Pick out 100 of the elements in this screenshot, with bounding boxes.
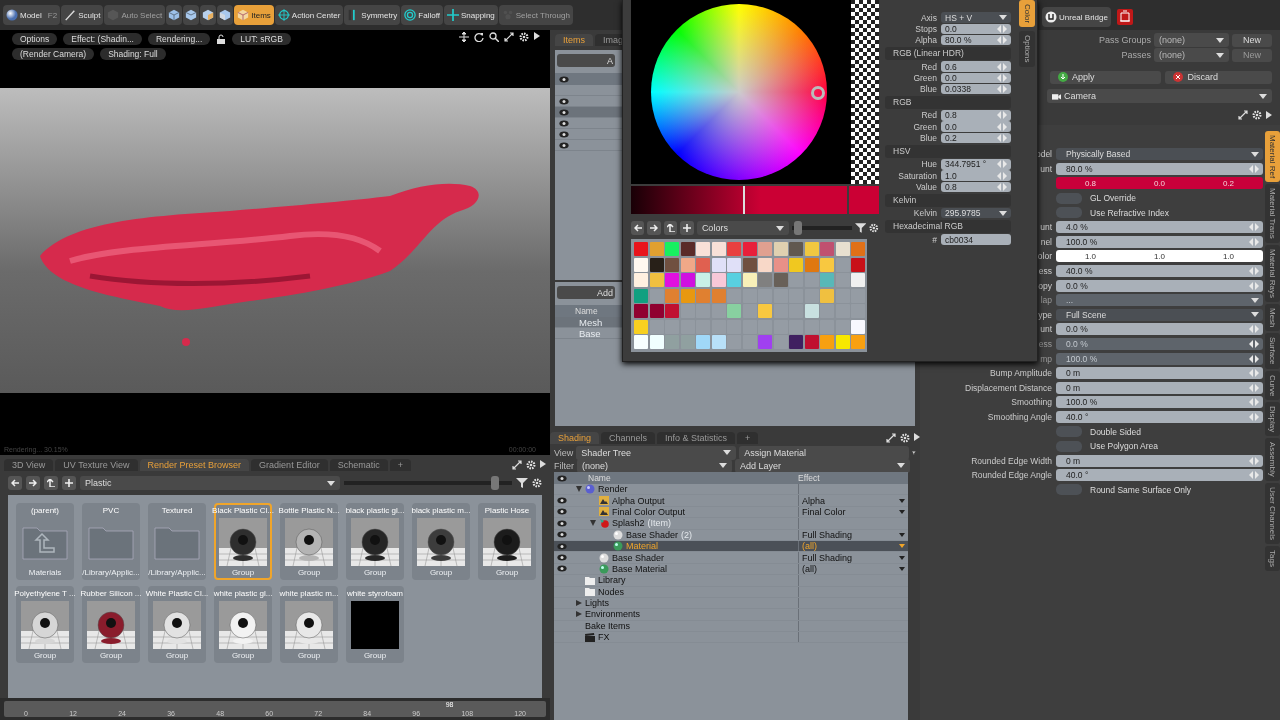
viewport-option[interactable]: Effect: (Shadin...	[63, 33, 142, 45]
dropdown-field[interactable]: Full Scene	[1056, 308, 1263, 321]
dropdown-field[interactable]: Physically Based	[1056, 148, 1263, 161]
tree-row[interactable]: Nodes	[554, 586, 908, 598]
preset-tile[interactable]: Polyethylene T ... Group	[16, 586, 74, 663]
view-dropdown[interactable]: Shader Tree	[576, 445, 737, 460]
viewport-option[interactable]: (Render Camera)	[12, 48, 95, 60]
side-tab[interactable]: Options	[1019, 31, 1035, 67]
path-dropdown[interactable]: Plastic	[80, 476, 340, 490]
section-header[interactable]: RGB (Linear HDR)	[885, 46, 1011, 60]
add-item-button[interactable]: A	[557, 54, 615, 67]
side-tab[interactable]: Tags	[1265, 546, 1280, 571]
number-field[interactable]: 0.0 %	[1056, 323, 1263, 336]
number-field[interactable]: 100.0 %	[1056, 396, 1263, 409]
panel-tab[interactable]: Schematic	[329, 459, 388, 471]
dropdown-field[interactable]: 295.9785	[941, 207, 1011, 219]
toolbar-button[interactable]: Snapping	[443, 5, 498, 25]
tree-row[interactable]: Base Shader (2) Full Shading	[554, 529, 908, 541]
add-button[interactable]: Add	[557, 286, 615, 299]
new-button[interactable]: New	[1232, 33, 1272, 47]
viewport-option[interactable]: LUT: sRGB	[232, 33, 291, 45]
number-field[interactable]: 344.7951 °	[941, 159, 1011, 170]
tree-row[interactable]: Final Color Output Final Color	[554, 506, 908, 519]
preset-tile[interactable]: Textured /Library/Applic...	[148, 503, 206, 580]
number-field[interactable]: 80.0 %	[1056, 162, 1263, 175]
number-field[interactable]: 40.0 °	[1056, 411, 1263, 423]
preset-tile[interactable]: White Plastic Cl... Group	[148, 586, 206, 663]
tree-row[interactable]: FX	[554, 632, 908, 644]
number-field[interactable]: 4.0 %	[1056, 221, 1263, 234]
viewport-option[interactable]: Options	[12, 33, 58, 45]
color-field[interactable]: 0.8 0.0 0.2	[1056, 177, 1263, 190]
preset-tile[interactable]: (parent) Materials	[16, 503, 74, 580]
panel-tab[interactable]: Shading	[550, 432, 600, 444]
text-field[interactable]: cb0034	[941, 234, 1011, 245]
preset-tile[interactable]: black plastic m... Group	[412, 503, 470, 580]
number-field[interactable]: 0.6	[941, 61, 1011, 72]
section-header[interactable]: HSV	[885, 144, 1011, 158]
section-header[interactable]: RGB	[885, 95, 1011, 109]
preset-tile[interactable]: PVC /Library/Applic...	[82, 503, 140, 580]
preset-tile[interactable]: white styrofoam Group	[346, 586, 404, 663]
number-field[interactable]: 0.0338	[941, 83, 1011, 95]
side-tab[interactable]: User Channels	[1265, 483, 1280, 545]
assign-material-button[interactable]: Assign Material	[739, 445, 910, 460]
tree-row[interactable]: Alpha Output Alpha	[554, 495, 908, 507]
number-field[interactable]: 0.8	[941, 181, 1011, 193]
panel-tab[interactable]: Gradient Editor	[251, 459, 328, 471]
preset-tile[interactable]: Rubber Silicon ... Group	[82, 586, 140, 663]
tree-row[interactable]: Render	[554, 484, 908, 496]
tree-row[interactable]: Lights	[554, 597, 908, 610]
number-field[interactable]: 1.0	[941, 170, 1011, 181]
side-tab[interactable]: Material Rays	[1265, 244, 1280, 302]
palette-dropdown[interactable]: Colors	[696, 221, 789, 235]
preset-tile[interactable]: white plastic gl... Group	[214, 586, 272, 663]
side-tab[interactable]: Color	[1019, 0, 1035, 28]
number-field[interactable]: 80.0 %	[941, 35, 1011, 46]
camera-dropdown[interactable]: Camera	[1047, 89, 1272, 103]
bridge-button[interactable]: Unreal Bridge	[1042, 7, 1111, 27]
toolbar-button[interactable]: Model F2	[3, 5, 61, 25]
section-header[interactable]: Kelvin	[885, 193, 1011, 207]
toolbar-button[interactable]: Sculpt	[61, 5, 104, 25]
tree-row[interactable]: Splash2 (Item)	[554, 518, 908, 530]
viewport-option[interactable]: Rendering...	[148, 33, 211, 45]
number-field[interactable]: 0.8	[941, 110, 1011, 121]
panel-tab[interactable]: Items	[555, 34, 593, 46]
tree-row[interactable]: Library	[554, 575, 908, 587]
number-field[interactable]: 40.0 °	[1056, 469, 1263, 482]
side-tab[interactable]: Display	[1265, 402, 1280, 437]
preset-tile[interactable]: black plastic gl... Group	[346, 503, 404, 580]
toolbar-button[interactable]: Symmetry	[344, 5, 401, 25]
number-field[interactable]: 40.0 %	[1056, 265, 1263, 278]
apply-button[interactable]: Apply	[1050, 70, 1162, 84]
number-field[interactable]: 100.0 %	[1056, 235, 1263, 248]
toolbar-button[interactable]: Falloff	[401, 5, 443, 25]
preset-tile[interactable]: Plastic Hose Group	[478, 503, 536, 580]
section-header[interactable]: Hexadecimal RGB	[885, 219, 1011, 233]
side-tab[interactable]: Mesh	[1265, 303, 1280, 332]
dropdown-field[interactable]: HS + V	[941, 12, 1011, 23]
number-field[interactable]: 0 m	[1056, 454, 1263, 467]
panel-tab[interactable]: 3D View	[4, 459, 54, 471]
tree-row[interactable]: Base Shader Full Shading	[554, 552, 908, 564]
tree-row[interactable]: Environments	[554, 609, 908, 621]
viewport-option[interactable]: Shading: Full	[100, 48, 166, 60]
number-field[interactable]: 0.0	[941, 72, 1011, 84]
toolbar-button[interactable]: Items	[234, 5, 274, 25]
side-tab[interactable]: Surface	[1265, 333, 1280, 369]
dropdown-field[interactable]: (none)	[1154, 33, 1229, 47]
panel-tab[interactable]: UV Texture View	[55, 459, 138, 471]
number-field[interactable]: 0.0 %	[1056, 279, 1263, 292]
panel-tab[interactable]: Info & Statistics	[657, 432, 736, 444]
side-tab[interactable]: Curve	[1265, 370, 1280, 401]
discard-button[interactable]: Discard	[1165, 70, 1272, 84]
panel-tab[interactable]: Render Preset Browser	[139, 459, 250, 471]
number-field[interactable]: 0 m	[1056, 367, 1263, 380]
add-tab-button[interactable]: +	[389, 459, 411, 471]
preset-tile[interactable]: white plastic m... Group	[280, 586, 338, 663]
tree-row[interactable]: Bake Items	[554, 620, 908, 633]
toolbar-button[interactable]: Action Center	[274, 5, 344, 25]
add-tab-button[interactable]: +	[737, 432, 759, 444]
number-field[interactable]: 0.0	[941, 23, 1011, 35]
panel-tab[interactable]: Channels	[601, 432, 656, 444]
